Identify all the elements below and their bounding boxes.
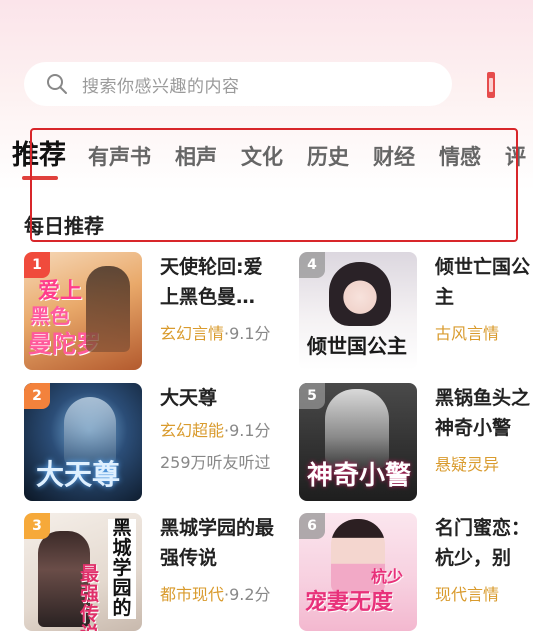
book-title: 名门蜜恋：杭少，别 bbox=[435, 517, 531, 569]
book-item[interactable]: 神奇小警 5 黑锅鱼头之神奇小警 悬疑灵异 bbox=[299, 383, 533, 501]
book-rating: ·9.2分 bbox=[224, 585, 271, 604]
rank-badge: 4 bbox=[299, 252, 325, 278]
book-item[interactable]: 黑城学园的 最强传说 3 黑城学园的最强传说 都市现代·9.2分 bbox=[24, 513, 294, 631]
book-category: 古风言情 bbox=[435, 324, 500, 343]
book-item[interactable]: 宠妻无度 杭少 6 名门蜜恋：杭少，别 现代言情 bbox=[299, 513, 533, 631]
book-cover: 神奇小警 5 bbox=[299, 383, 417, 501]
book-cover: 大天尊 2 bbox=[24, 383, 142, 501]
rank-badge: 2 bbox=[24, 383, 50, 409]
book-category: 悬疑灵异 bbox=[435, 455, 500, 474]
book-meta: 玄幻言情·9.1分 bbox=[160, 320, 278, 344]
book-meta: 都市现代·9.2分 bbox=[160, 581, 278, 605]
book-cover: 爱上 黑色 曼陀罗 1 bbox=[24, 252, 142, 370]
book-title: 倾世亡国公主 bbox=[435, 256, 531, 308]
book-category: 玄幻言情 bbox=[160, 324, 225, 343]
highlight-box bbox=[30, 128, 518, 242]
book-title: 天使轮回:爱上黑色曼… bbox=[160, 256, 263, 308]
book-category: 现代言情 bbox=[435, 585, 500, 604]
rank-badge: 6 bbox=[299, 513, 325, 539]
book-meta: 古风言情 bbox=[435, 320, 533, 344]
book-meta: 玄幻超能·9.1分 bbox=[160, 417, 278, 441]
listener-count: 259万听友听过 bbox=[160, 453, 271, 472]
book-rating: ·9.1分 bbox=[224, 421, 271, 440]
book-category: 玄幻超能 bbox=[160, 421, 225, 440]
book-cover: 黑城学园的 最强传说 3 bbox=[24, 513, 142, 631]
book-item[interactable]: 大天尊 2 大天尊 玄幻超能·9.1分 259万听友听过 bbox=[24, 383, 294, 501]
search-placeholder: 搜索你感兴趣的内容 bbox=[82, 76, 240, 97]
book-item[interactable]: 倾世国公主 4 倾世亡国公主 古风言情 bbox=[299, 252, 533, 370]
rank-badge: 5 bbox=[299, 383, 325, 409]
book-cover: 倾世国公主 4 bbox=[299, 252, 417, 370]
book-rating: ·9.1分 bbox=[224, 324, 271, 343]
search-bar[interactable]: 搜索你感兴趣的内容 bbox=[24, 62, 452, 106]
book-cover: 宠妻无度 杭少 6 bbox=[299, 513, 417, 631]
book-title: 黑城学园的最强传说 bbox=[160, 517, 275, 569]
book-title: 大天尊 bbox=[160, 387, 218, 409]
rank-badge: 1 bbox=[24, 252, 50, 278]
book-category: 都市现代 bbox=[160, 585, 225, 604]
search-icon bbox=[46, 73, 68, 95]
bookmark-icon[interactable] bbox=[487, 72, 495, 98]
book-meta: 现代言情 bbox=[435, 581, 533, 605]
book-title: 黑锅鱼头之神奇小警 bbox=[435, 387, 531, 439]
rank-badge: 3 bbox=[24, 513, 50, 539]
book-meta: 悬疑灵异 bbox=[435, 451, 533, 475]
book-item[interactable]: 爱上 黑色 曼陀罗 1 天使轮回:爱上黑色曼… 玄幻言情·9.1分 bbox=[24, 252, 294, 370]
